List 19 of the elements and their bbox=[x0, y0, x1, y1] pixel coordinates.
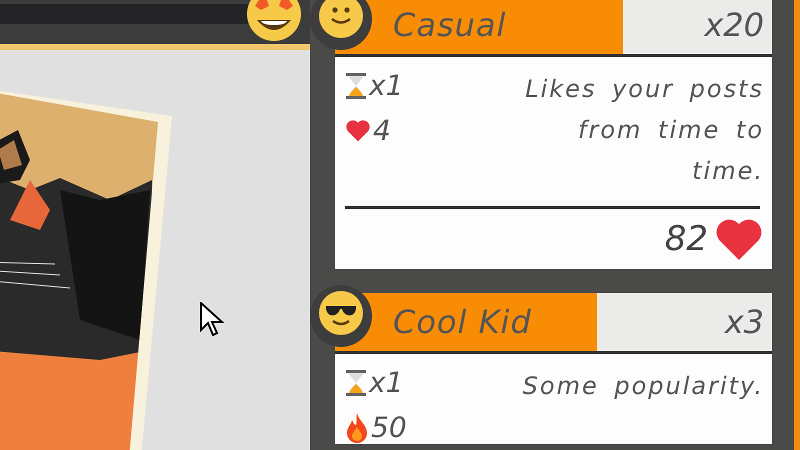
heart-icon bbox=[345, 118, 371, 142]
card-description: Likes your posts from time to time. bbox=[524, 74, 764, 187]
sunglasses-face-icon bbox=[310, 285, 372, 347]
count-label: x3 bbox=[724, 303, 764, 341]
stat-value: x1 bbox=[369, 69, 404, 102]
heart-icon bbox=[714, 216, 764, 262]
stat-value: 50 bbox=[371, 411, 407, 444]
stat-value: x1 bbox=[369, 366, 404, 399]
hourglass-icon bbox=[345, 370, 367, 396]
card-title: Casual bbox=[393, 6, 506, 44]
hourglass-icon bbox=[345, 72, 367, 98]
flame-icon bbox=[345, 412, 369, 442]
cursor-icon bbox=[200, 302, 224, 338]
card-description: Some popularity. bbox=[522, 371, 764, 402]
count-label: x20 bbox=[704, 6, 764, 44]
star-eyes-face-icon bbox=[247, 0, 301, 42]
reward-value: 82 bbox=[664, 219, 708, 259]
card-title: Cool Kid bbox=[393, 303, 532, 341]
stat-value: 4 bbox=[373, 114, 391, 147]
